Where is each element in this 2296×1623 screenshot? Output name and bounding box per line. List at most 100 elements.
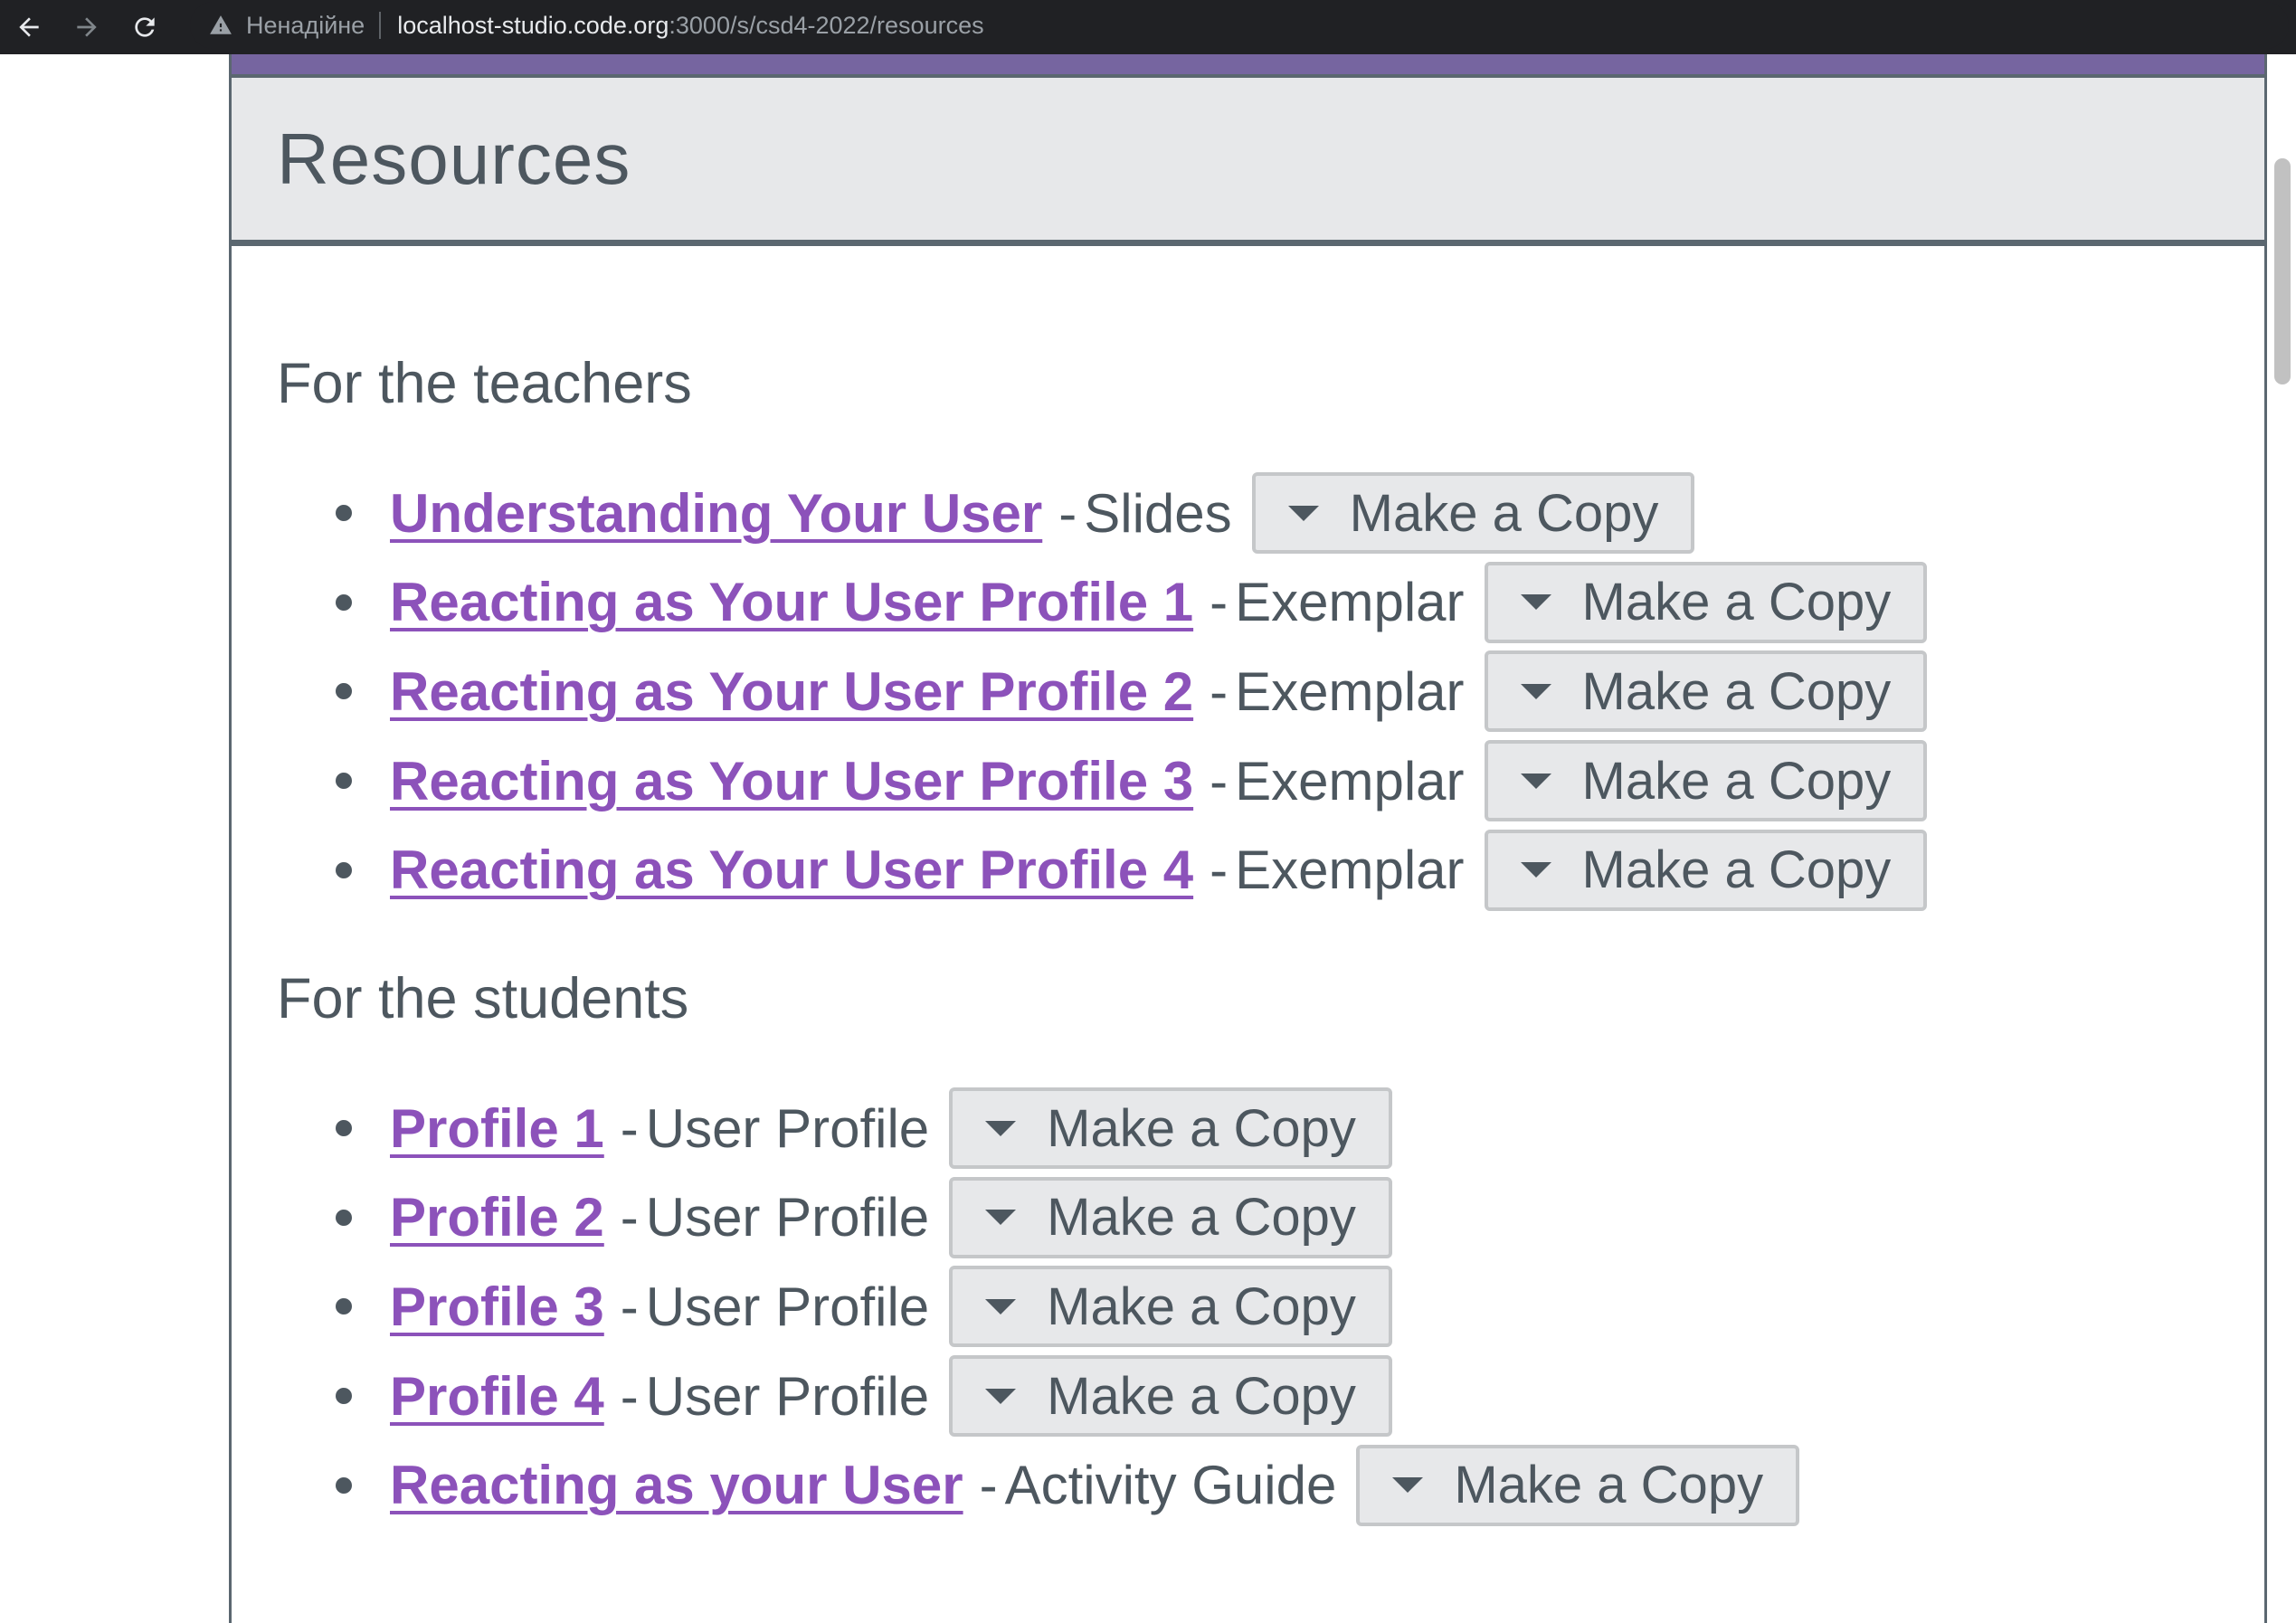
page-content: Resources For the teachers Understanding… xyxy=(0,54,2296,1623)
make-a-copy-label: Make a Copy xyxy=(1047,1098,1356,1158)
bullet-icon xyxy=(336,1209,352,1226)
student-resource-list: Profile 1- User Profile Make a Copy Profile… xyxy=(277,1084,1800,1530)
caret-down-icon xyxy=(1520,683,1551,699)
resource-type-label: Exemplar xyxy=(1235,660,1465,722)
make-a-copy-label: Make a Copy xyxy=(1581,573,1892,632)
section-heading-students: For the students xyxy=(277,967,689,1030)
list-item: Profile 4- User Profile Make a Copy xyxy=(277,1352,1799,1441)
scrollbar-thumb[interactable] xyxy=(2274,158,2291,384)
bullet-icon xyxy=(336,1476,352,1494)
caret-down-icon xyxy=(985,1298,1017,1315)
resource-type-label: User Profile xyxy=(645,1187,930,1248)
bullet-icon xyxy=(336,593,352,611)
resource-separator: - xyxy=(620,1365,639,1427)
bullet-icon xyxy=(336,1298,352,1315)
resource-link[interactable]: Understanding Your User xyxy=(390,482,1042,545)
resource-separator: - xyxy=(620,1276,639,1337)
list-item: Reacting as Your User Profile 2- Exemplar… xyxy=(277,647,1928,736)
resource-link[interactable]: Reacting as Your User Profile 3 xyxy=(390,750,1193,812)
make-a-copy-button[interactable]: Make a Copy xyxy=(949,1355,1392,1438)
caret-down-icon xyxy=(985,1388,1017,1404)
bullet-icon xyxy=(336,683,352,700)
resource-type-label: User Profile xyxy=(645,1097,930,1159)
resource-type-label: Activity Guide xyxy=(1004,1455,1337,1516)
browser-toolbar: Ненадійне localhost-studio.code.org :300… xyxy=(0,0,2296,54)
back-arrow-icon xyxy=(19,17,39,37)
resource-link[interactable]: Reacting as Your User Profile 1 xyxy=(390,571,1193,633)
omnibox-divider xyxy=(379,12,382,39)
resource-link[interactable]: Profile 4 xyxy=(390,1365,604,1428)
make-a-copy-label: Make a Copy xyxy=(1047,1188,1356,1248)
url-host: localhost-studio.code.org xyxy=(397,11,669,39)
make-a-copy-label: Make a Copy xyxy=(1047,1366,1356,1426)
caret-down-icon xyxy=(1520,773,1551,789)
make-a-copy-button[interactable]: Make a Copy xyxy=(1484,829,1928,911)
resource-separator: - xyxy=(979,1455,998,1516)
resource-type-label: Exemplar xyxy=(1235,572,1465,633)
resource-separator: - xyxy=(1210,750,1229,812)
forward-arrow-icon xyxy=(77,17,97,37)
caret-down-icon xyxy=(1520,862,1551,878)
list-item: Understanding Your User - Slides Make a Cop… xyxy=(277,469,1927,558)
accent-strip xyxy=(232,54,2264,78)
make-a-copy-button[interactable]: Make a Copy xyxy=(1484,650,1928,733)
list-item: Profile 3- User Profile Make a Copy xyxy=(277,1262,1799,1352)
list-item: Profile 2- User Profile Make a Copy xyxy=(277,1173,1799,1263)
page-scrollbar[interactable] xyxy=(2267,54,2296,1623)
make-a-copy-button[interactable]: Make a Copy xyxy=(949,1266,1392,1348)
list-item: Reacting as your User - Activity Guide Make… xyxy=(277,1440,1800,1530)
resource-type-label: User Profile xyxy=(645,1276,930,1337)
resource-link[interactable]: Reacting as Your User Profile 2 xyxy=(390,660,1193,723)
address-bar[interactable]: Ненадійне localhost-studio.code.org :300… xyxy=(190,2,2289,49)
make-a-copy-button[interactable]: Make a Copy xyxy=(1484,561,1928,643)
url-path: :3000/s/csd4-2022/resources xyxy=(669,11,984,39)
list-item: Reacting as Your User Profile 4- Exemplar… xyxy=(277,825,1928,915)
section-heading-teachers: For the teachers xyxy=(277,352,692,415)
resources-panel: Resources For the teachers Understanding… xyxy=(229,54,2267,1623)
warning-triangle-icon xyxy=(208,13,233,38)
resource-link[interactable]: Profile 1 xyxy=(390,1097,604,1160)
resource-link[interactable]: Reacting as Your User Profile 4 xyxy=(390,839,1193,901)
resource-separator: - xyxy=(1210,840,1229,901)
reload-button[interactable] xyxy=(116,0,174,54)
make-a-copy-label: Make a Copy xyxy=(1349,483,1659,543)
resource-link[interactable]: Profile 3 xyxy=(390,1276,604,1338)
make-a-copy-button[interactable]: Make a Copy xyxy=(1251,472,1695,555)
bullet-icon xyxy=(336,1388,352,1405)
resource-link[interactable]: Reacting as your User xyxy=(390,1454,963,1516)
make-a-copy-button[interactable]: Make a Copy xyxy=(949,1087,1392,1170)
back-button[interactable] xyxy=(0,0,58,54)
caret-down-icon xyxy=(985,1210,1017,1226)
caret-down-icon xyxy=(1520,594,1551,611)
resource-type-label: User Profile xyxy=(645,1365,930,1427)
caret-down-icon xyxy=(1392,1477,1424,1494)
resource-type-label: Exemplar xyxy=(1235,750,1465,812)
forward-button[interactable] xyxy=(58,0,116,54)
resource-separator: - xyxy=(1058,482,1077,544)
make-a-copy-button[interactable]: Make a Copy xyxy=(1484,740,1928,822)
list-item: Reacting as Your User Profile 1- Exemplar… xyxy=(277,558,1928,648)
bullet-icon xyxy=(336,773,352,790)
page-title: Resources xyxy=(277,118,631,199)
resource-separator: - xyxy=(1210,572,1229,633)
make-a-copy-label: Make a Copy xyxy=(1047,1277,1356,1336)
list-item: Profile 1- User Profile Make a Copy xyxy=(277,1084,1799,1173)
resource-separator: - xyxy=(620,1187,639,1248)
bullet-icon xyxy=(336,861,352,878)
bullet-icon xyxy=(336,1120,352,1137)
make-a-copy-label: Make a Copy xyxy=(1581,751,1892,811)
resources-header: Resources xyxy=(232,78,2264,246)
reload-icon xyxy=(135,17,155,37)
make-a-copy-button[interactable]: Make a Copy xyxy=(1356,1444,1800,1526)
resource-separator: - xyxy=(620,1097,639,1159)
resource-type-label: Slides xyxy=(1084,482,1232,544)
caret-down-icon xyxy=(1287,505,1319,521)
bullet-icon xyxy=(336,505,352,522)
caret-down-icon xyxy=(985,1120,1017,1136)
resource-type-label: Exemplar xyxy=(1235,840,1465,901)
resource-link[interactable]: Profile 2 xyxy=(390,1186,604,1248)
teacher-resource-list: Understanding Your User - Slides Make a Cop… xyxy=(277,469,1928,915)
make-a-copy-button[interactable]: Make a Copy xyxy=(949,1176,1392,1258)
security-status-label[interactable]: Ненадійне xyxy=(246,12,365,40)
make-a-copy-label: Make a Copy xyxy=(1581,661,1892,721)
